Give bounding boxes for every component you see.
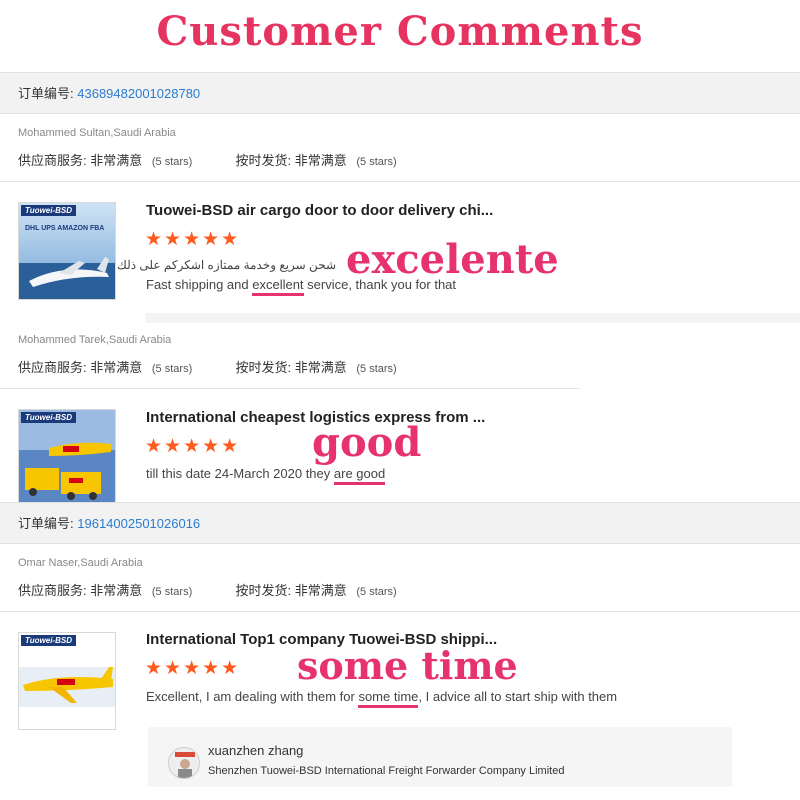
supplier-service-stars: (5 stars) xyxy=(151,363,193,375)
product-title[interactable]: Tuowei-BSD air cargo door to door delive… xyxy=(146,202,493,219)
thumbnail-caption: DHL UPS AMAZON FBA xyxy=(25,225,105,232)
callout-annotation: good xyxy=(312,419,422,466)
order-header: 订单编号: 43689482001028780 xyxy=(0,72,800,114)
supplier-reply: xuanzhen zhang Shenzhen Tuowei-BSD Inter… xyxy=(148,727,732,787)
on-time-label: 按时发货: xyxy=(235,153,292,168)
thumbnail-brand: Tuowei-BSD xyxy=(21,205,76,216)
product-thumbnail[interactable]: Tuowei-BSD DHL UPS AMAZON FBA xyxy=(18,202,116,300)
callout-annotation: some time xyxy=(297,643,518,688)
product-thumbnail[interactable]: Tuowei-BSD xyxy=(18,409,116,507)
airplane-image xyxy=(19,203,115,299)
comment-text: , I advice all to start ship with them xyxy=(418,689,618,704)
avatar-image xyxy=(169,748,199,778)
supplier-service-stars: (5 stars) xyxy=(151,586,193,598)
on-time-stars: (5 stars) xyxy=(356,586,397,598)
reply-author-name: xuanzhen zhang xyxy=(208,743,304,758)
rating-line: 供应商服务: 非常满意 (5 stars) 按时发货: 非常满意 (5 star… xyxy=(18,150,397,169)
rating-line: 供应商服务: 非常满意 (5 stars) 按时发货: 非常满意 (5 star… xyxy=(18,580,397,599)
review-comment: till this date 24-March 2020 they are go… xyxy=(146,466,386,485)
on-time-value: 非常满意 xyxy=(294,153,347,168)
comment-text: till this date 24-March 2020 they xyxy=(146,466,334,481)
product-thumbnail[interactable]: Tuowei-BSD xyxy=(18,632,116,730)
rating-stars: ★★★★★ xyxy=(145,658,241,679)
on-time-label: 按时发货: xyxy=(235,583,292,598)
reply-company-name: Shenzhen Tuowei-BSD International Freigh… xyxy=(208,765,565,777)
thumbnail-brand: Tuowei-BSD xyxy=(21,635,76,646)
order-number-link[interactable]: 43689482001028780 xyxy=(77,86,200,101)
buyer-name: Mohammed Tarek,Saudi Arabia xyxy=(18,334,172,346)
buyer-name: Omar Naser,Saudi Arabia xyxy=(18,557,143,569)
rating-stars: ★★★★★ xyxy=(145,436,241,457)
comment-text: Fast shipping and xyxy=(146,277,253,292)
comment-highlight: some time xyxy=(358,689,419,708)
review-comment: Excellent, I am dealing with them for so… xyxy=(146,689,618,708)
divider xyxy=(0,388,580,389)
supplier-service-label: 供应商服务: xyxy=(18,153,87,168)
page-title: Customer Comments xyxy=(156,8,644,55)
thumbnail-brand: Tuowei-BSD xyxy=(21,412,76,423)
supplier-service-stars: (5 stars) xyxy=(151,156,193,168)
on-time-value: 非常满意 xyxy=(294,360,347,375)
avatar[interactable] xyxy=(168,747,200,779)
order-number-label: 订单编号: xyxy=(18,516,74,531)
supplier-service-value: 非常满意 xyxy=(90,583,143,598)
on-time-label: 按时发货: xyxy=(235,360,292,375)
supplier-service-value: 非常满意 xyxy=(90,153,143,168)
dhl-aircraft-image xyxy=(19,633,115,729)
on-time-stars: (5 stars) xyxy=(356,363,397,375)
supplier-service-value: 非常满意 xyxy=(90,360,143,375)
comment-arabic: شحن سريع وخدمة ممتازه اشكركم على ذلك xyxy=(116,258,336,272)
order-header: 订单编号: 19614002501026016 xyxy=(0,502,800,544)
on-time-stars: (5 stars) xyxy=(356,156,397,168)
comment-highlight: are good xyxy=(333,466,386,485)
buyer-name: Mohammed Sultan,Saudi Arabia xyxy=(18,127,176,139)
on-time-value: 非常满意 xyxy=(294,583,347,598)
divider xyxy=(145,313,800,323)
order-number-label: 订单编号: xyxy=(18,86,74,101)
supplier-service-label: 供应商服务: xyxy=(18,583,87,598)
rating-line: 供应商服务: 非常满意 (5 stars) 按时发货: 非常满意 (5 star… xyxy=(18,357,397,376)
dhl-plane-image xyxy=(19,410,115,506)
divider xyxy=(0,181,800,182)
comment-text: Excellent, I am dealing with them for xyxy=(146,689,359,704)
rating-stars: ★★★★★ xyxy=(145,229,241,250)
divider xyxy=(0,611,800,612)
callout-annotation: excelente xyxy=(346,236,559,283)
comment-highlight: excellent xyxy=(252,277,304,296)
order-number-link[interactable]: 19614002501026016 xyxy=(77,516,200,531)
supplier-service-label: 供应商服务: xyxy=(18,360,87,375)
